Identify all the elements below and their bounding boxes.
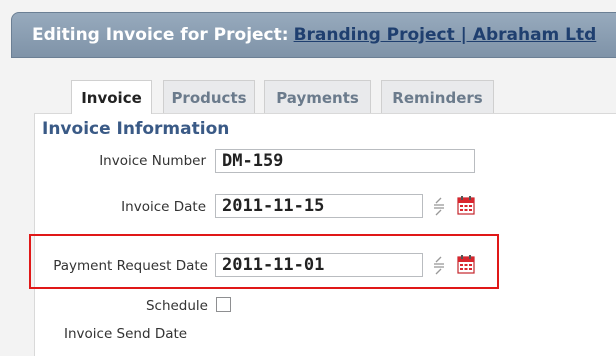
calendar-icon[interactable] (457, 254, 475, 274)
tab-invoice[interactable]: Invoice (71, 80, 152, 114)
schedule-label: Schedule (145, 298, 208, 314)
page-header: Editing Invoice for Project: Branding Pr… (11, 12, 616, 58)
tab-payments[interactable]: Payments (264, 80, 371, 115)
calendar-icon[interactable] (457, 195, 475, 215)
invoice-date-field[interactable]: 2011-11-15 (215, 194, 423, 218)
sort-icon[interactable] (433, 194, 445, 218)
section-title: Invoice Information (42, 119, 230, 139)
payment-request-date-label: Payment Request Date (53, 258, 208, 274)
invoice-number-label: Invoice Number (99, 153, 206, 169)
tab-products[interactable]: Products (163, 80, 255, 115)
invoice-send-date-label: Invoice Send Date (64, 326, 188, 342)
invoice-number-field[interactable]: DM-159 (215, 149, 475, 173)
payment-request-date-field[interactable]: 2011-11-01 (215, 253, 423, 277)
header-title: Editing Invoice for Project: (32, 25, 289, 45)
invoice-date-label: Invoice Date (121, 199, 206, 215)
tab-reminders[interactable]: Reminders (381, 80, 494, 115)
sort-icon[interactable] (433, 253, 445, 277)
project-link[interactable]: Branding Project | Abraham Ltd (294, 25, 597, 45)
schedule-checkbox[interactable] (216, 297, 231, 312)
